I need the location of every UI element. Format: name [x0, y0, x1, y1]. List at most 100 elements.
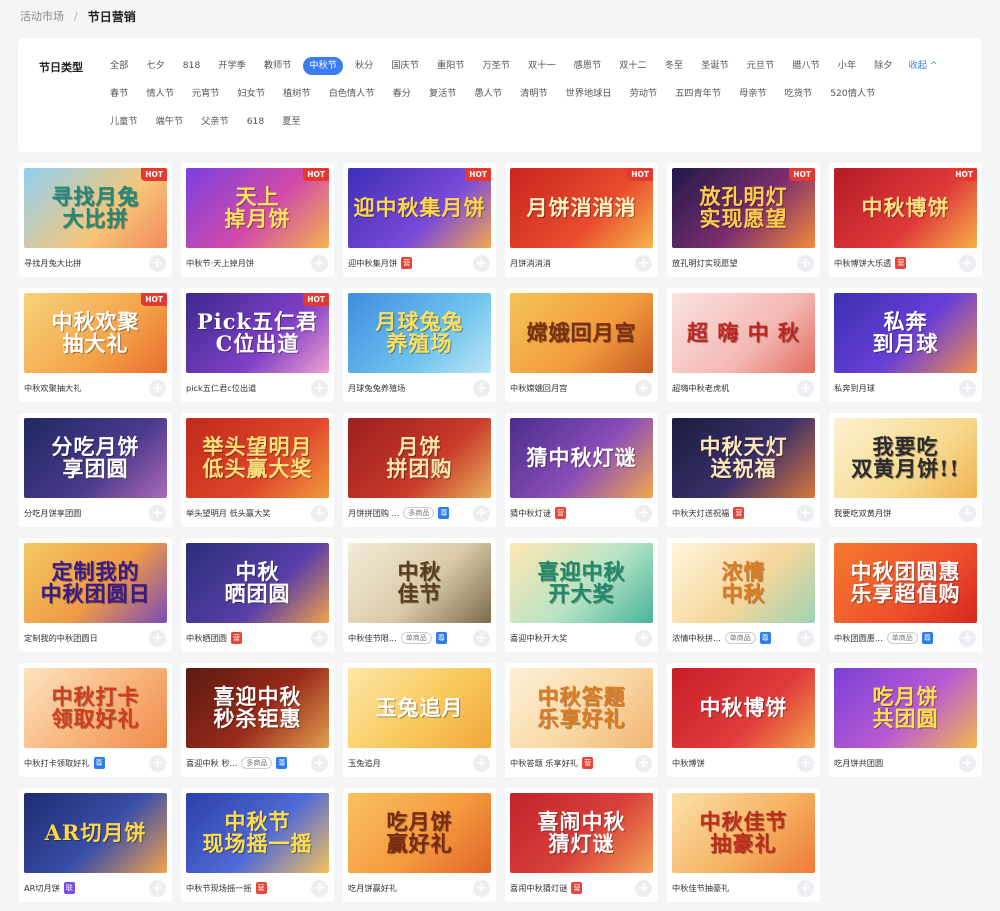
filter-tag[interactable]: 清明节: [514, 85, 554, 103]
template-thumbnail[interactable]: AR切月饼: [24, 793, 167, 873]
template-thumbnail[interactable]: 迎中秋集月饼 HOT: [348, 168, 491, 248]
add-template-button[interactable]: +: [959, 630, 976, 647]
template-card[interactable]: 分吃月饼 享团圆 分吃月饼享团圆 +: [19, 413, 172, 527]
filter-tag[interactable]: 父亲节: [195, 113, 235, 131]
template-card[interactable]: 喜闹中秋 猜灯谜 喜闹中秋猜灯谜营 +: [505, 788, 658, 902]
filter-tag[interactable]: 母亲节: [733, 85, 773, 103]
add-template-button[interactable]: +: [635, 380, 652, 397]
template-card[interactable]: 玉兔追月 玉兔追月 +: [343, 663, 496, 777]
filter-tag[interactable]: 冬至: [659, 57, 689, 75]
add-template-button[interactable]: +: [473, 880, 490, 897]
add-template-button[interactable]: +: [635, 505, 652, 522]
template-card[interactable]: 月饼 拼团购 月饼拼团购 ... 多商品尊 +: [343, 413, 496, 527]
template-card[interactable]: 迎中秋集月饼 HOT 迎中秋集月饼营 +: [343, 163, 496, 277]
add-template-button[interactable]: +: [149, 255, 166, 272]
add-template-button[interactable]: +: [149, 630, 166, 647]
template-thumbnail[interactable]: 喜迎中秋 秒杀钜惠: [186, 668, 329, 748]
add-template-button[interactable]: +: [311, 755, 328, 772]
filter-tag[interactable]: 愚人节: [469, 85, 509, 103]
template-card[interactable]: 吃月饼 赢好礼 吃月饼赢好礼 +: [343, 788, 496, 902]
add-template-button[interactable]: +: [635, 630, 652, 647]
add-template-button[interactable]: +: [635, 255, 652, 272]
add-template-button[interactable]: +: [311, 255, 328, 272]
filter-tag[interactable]: 圣诞节: [695, 57, 735, 75]
filter-tag[interactable]: 春节: [104, 85, 134, 103]
add-template-button[interactable]: +: [473, 755, 490, 772]
template-thumbnail[interactable]: 浓情 中秋: [672, 543, 815, 623]
template-card[interactable]: 中秋 佳节 中秋佳节限... 单商品尊 +: [343, 538, 496, 652]
template-card[interactable]: 浓情 中秋 浓情中秋拼... 单商品尊 +: [667, 538, 820, 652]
filter-tag[interactable]: 全部: [104, 57, 134, 75]
filter-tag[interactable]: 开学季: [212, 57, 252, 75]
add-template-button[interactable]: +: [311, 630, 328, 647]
template-thumbnail[interactable]: 中秋团圆惠 乐享超值购: [834, 543, 977, 623]
filter-tag[interactable]: 复活节: [423, 85, 463, 103]
filter-tag[interactable]: 劳动节: [624, 85, 664, 103]
template-thumbnail[interactable]: 月饼 拼团购: [348, 418, 491, 498]
filter-tag[interactable]: 端午节: [150, 113, 190, 131]
filter-tag[interactable]: 520情人节: [824, 85, 881, 103]
filter-tag[interactable]: 夏至: [276, 113, 306, 131]
template-card[interactable]: 喜迎中秋 开大奖 喜迎中秋开大奖 +: [505, 538, 658, 652]
template-thumbnail[interactable]: 我要吃 双黄月饼!!: [834, 418, 977, 498]
template-thumbnail[interactable]: 猜中秋灯谜: [510, 418, 653, 498]
filter-tag[interactable]: 五四青年节: [669, 85, 727, 103]
template-card[interactable]: 中秋节 现场摇一摇 中秋节现场摇一摇营 +: [181, 788, 334, 902]
template-thumbnail[interactable]: 中秋答题 乐享好礼: [510, 668, 653, 748]
template-card[interactable]: 中秋 晒团圆 中秋晒团圆营 +: [181, 538, 334, 652]
template-card[interactable]: 月饼消消消 HOT 月饼消消消 +: [505, 163, 658, 277]
template-thumbnail[interactable]: 中秋打卡 领取好礼: [24, 668, 167, 748]
add-template-button[interactable]: +: [797, 505, 814, 522]
template-card[interactable]: 喜迎中秋 秒杀钜惠 喜迎中秋 秒... 多商品尊 +: [181, 663, 334, 777]
filter-tag[interactable]: 秋分: [349, 57, 379, 75]
filter-tag[interactable]: 吃货节: [779, 85, 819, 103]
template-thumbnail[interactable]: 吃月饼 赢好礼: [348, 793, 491, 873]
template-thumbnail[interactable]: 放孔明灯 实现愿望 HOT: [672, 168, 815, 248]
add-template-button[interactable]: +: [149, 380, 166, 397]
template-card[interactable]: 寻找月兔 大比拼 HOT 寻找月兔大比拼 +: [19, 163, 172, 277]
template-card[interactable]: 超 嗨 中 秋超嗨中秋老虎机 +: [667, 288, 820, 402]
filter-tag[interactable]: 万圣节: [476, 57, 516, 75]
template-thumbnail[interactable]: 玉兔追月: [348, 668, 491, 748]
filter-tag[interactable]: 818: [177, 57, 207, 75]
add-template-button[interactable]: +: [149, 755, 166, 772]
template-card[interactable]: 定制我的 中秋团圆日 定制我的中秋团圆日 +: [19, 538, 172, 652]
template-card[interactable]: 天上 掉月饼 HOT 中秋节·天上掉月饼 +: [181, 163, 334, 277]
filter-tag[interactable]: 儿童节: [104, 113, 144, 131]
template-thumbnail[interactable]: 寻找月兔 大比拼 HOT: [24, 168, 167, 248]
template-thumbnail[interactable]: 中秋欢聚 抽大礼 HOT: [24, 293, 167, 373]
add-template-button[interactable]: +: [959, 380, 976, 397]
filter-tag[interactable]: 小年: [832, 57, 862, 75]
add-template-button[interactable]: +: [149, 880, 166, 897]
filter-tag[interactable]: 感恩节: [568, 57, 608, 75]
add-template-button[interactable]: +: [959, 755, 976, 772]
filter-tag[interactable]: 除夕: [868, 57, 898, 75]
template-thumbnail[interactable]: 喜闹中秋 猜灯谜: [510, 793, 653, 873]
template-thumbnail[interactable]: 中秋博饼: [672, 668, 815, 748]
template-card[interactable]: 中秋答题 乐享好礼 中秋答题 乐享好礼营 +: [505, 663, 658, 777]
template-card[interactable]: 月球兔兔 养殖场 月球兔兔养殖场 +: [343, 288, 496, 402]
template-thumbnail[interactable]: 吃月饼 共团圆: [834, 668, 977, 748]
template-thumbnail[interactable]: 私奔 到月球: [834, 293, 977, 373]
template-card[interactable]: Pick五仁君 C位出道 HOT pick五仁君c位出道 +: [181, 288, 334, 402]
add-template-button[interactable]: +: [635, 880, 652, 897]
add-template-button[interactable]: +: [797, 880, 814, 897]
add-template-button[interactable]: +: [797, 755, 814, 772]
add-template-button[interactable]: +: [149, 505, 166, 522]
template-card[interactable]: 中秋佳节 抽豪礼 中秋佳节抽豪礼 +: [667, 788, 820, 902]
template-thumbnail[interactable]: 中秋 晒团圆: [186, 543, 329, 623]
filter-tag[interactable]: 世界地球日: [560, 85, 618, 103]
filter-tag[interactable]: 白色情人节: [323, 85, 381, 103]
filter-tag[interactable]: 腊八节: [786, 57, 826, 75]
template-card[interactable]: 嫦娥回月宫 中秋嫦娥回月宫 +: [505, 288, 658, 402]
template-thumbnail[interactable]: 中秋博饼 HOT: [834, 168, 977, 248]
add-template-button[interactable]: +: [473, 505, 490, 522]
filter-tag[interactable]: 元宵节: [186, 85, 226, 103]
filter-tag[interactable]: 植树节: [277, 85, 317, 103]
filter-tag[interactable]: 国庆节: [385, 57, 425, 75]
add-template-button[interactable]: +: [311, 880, 328, 897]
filter-tag[interactable]: 情人节: [140, 85, 180, 103]
breadcrumb-parent[interactable]: 活动市场: [20, 8, 64, 24]
add-template-button[interactable]: +: [797, 630, 814, 647]
filter-tag[interactable]: 重阳节: [431, 57, 471, 75]
